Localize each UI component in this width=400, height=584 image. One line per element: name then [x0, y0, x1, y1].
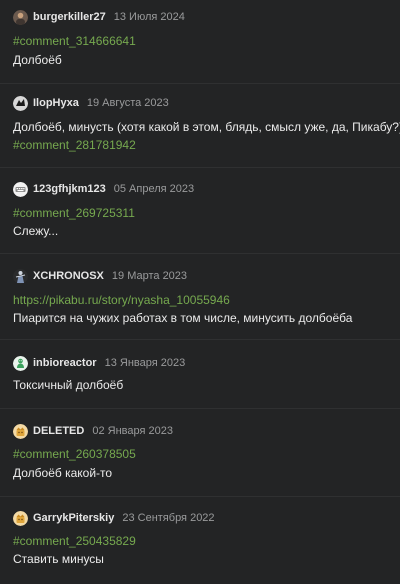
comment-link[interactable]: #comment_260378505 — [13, 446, 136, 462]
comment-date[interactable]: 13 Июля 2024 — [114, 11, 185, 23]
divider — [0, 496, 400, 497]
comment-text: Долбоёб — [13, 53, 62, 67]
comment-link[interactable]: #comment_281781942 — [13, 137, 136, 153]
divider — [0, 339, 400, 340]
comment-text: Долбоёб какой-то — [13, 466, 113, 480]
divider — [0, 83, 400, 84]
green-creature-icon[interactable] — [13, 355, 28, 371]
comment-date[interactable]: 19 Августа 2023 — [87, 97, 169, 109]
comment-text: Ставить минусы — [13, 552, 104, 566]
username[interactable]: XCHRONOSX — [33, 270, 104, 282]
comment-link[interactable]: #comment_269725311 — [13, 205, 135, 221]
divider — [0, 408, 400, 409]
comment-header: inbioreactor 13 Января 2023 — [13, 355, 185, 371]
divider — [0, 167, 400, 168]
comment-link[interactable]: #comment_314666641 — [13, 33, 136, 49]
user-photo-icon[interactable] — [13, 9, 28, 25]
comment-header: burgerkiller27 13 Июля 2024 — [13, 9, 185, 25]
comment-date[interactable]: 19 Марта 2023 — [112, 270, 187, 282]
username[interactable]: GarrykPiterskiy — [33, 512, 114, 524]
comment-feed: burgerkiller27 13 Июля 2024 #comment_314… — [0, 0, 400, 584]
username[interactable]: burgerkiller27 — [33, 11, 106, 23]
figure-icon[interactable] — [13, 268, 28, 284]
comment-header: XCHRONOSX 19 Марта 2023 — [13, 268, 187, 284]
comment-text: Токсичный долбоёб — [13, 378, 124, 392]
comment-link[interactable]: https://pikabu.ru/story/nyasha_10055946 — [13, 292, 230, 308]
comment-header: DELETED 02 Января 2023 — [13, 423, 173, 439]
username[interactable]: IlopHyxa — [33, 97, 79, 109]
comment-header: GarrykPiterskiy 23 Сентября 2022 — [13, 510, 215, 526]
keyboard-icon[interactable] — [13, 181, 28, 197]
username[interactable]: inbioreactor — [33, 357, 97, 369]
default-avatar-icon[interactable] — [13, 510, 28, 526]
comment-header: 123gfhjkm123 05 Апреля 2023 — [13, 181, 194, 197]
comment-text: Слежу... — [13, 224, 59, 238]
black-bird-icon[interactable] — [13, 95, 28, 111]
default-avatar-icon[interactable] — [13, 423, 28, 439]
username[interactable]: DELETED — [33, 425, 84, 437]
comment-date[interactable]: 23 Сентября 2022 — [122, 512, 214, 524]
comment-date[interactable]: 05 Апреля 2023 — [114, 183, 194, 195]
comment-header: IlopHyxa 19 Августа 2023 — [13, 95, 169, 111]
comment-date[interactable]: 13 Января 2023 — [105, 357, 186, 369]
username[interactable]: 123gfhjkm123 — [33, 183, 106, 195]
comment-date[interactable]: 02 Января 2023 — [92, 425, 173, 437]
comment-text: Пиарится на чужих работах в том числе, м… — [13, 311, 353, 325]
divider — [0, 253, 400, 254]
comment-text: Долбоёб, минусть (хотя какой в этом, бля… — [13, 120, 400, 134]
comment-link[interactable]: #comment_250435829 — [13, 533, 136, 549]
